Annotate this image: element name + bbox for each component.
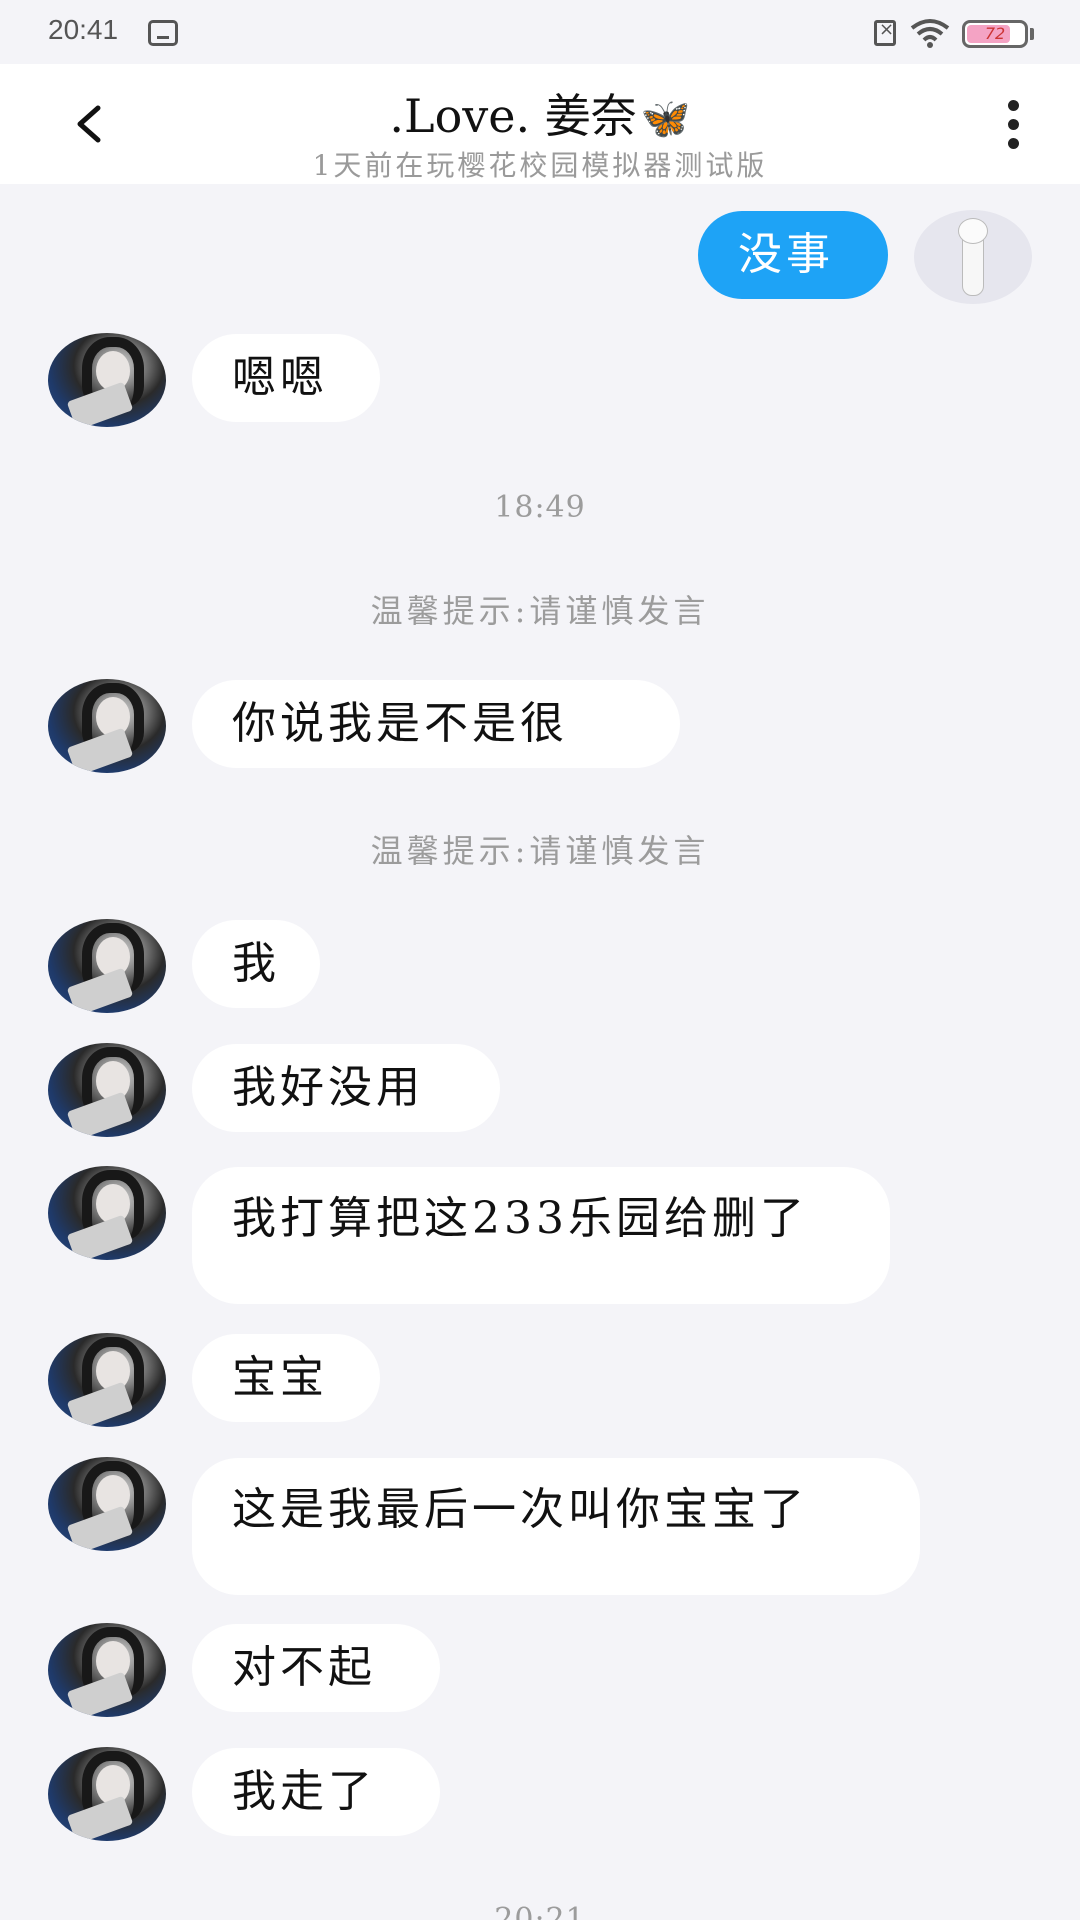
status-time: 20:41 (48, 14, 119, 45)
message-bubble[interactable]: 你说我是不是很 (192, 680, 680, 768)
contact-status: 1天前在玩樱花校园模拟器测试版 (312, 149, 768, 182)
message-bubble[interactable]: 这是我最后一次叫你宝宝了 (192, 1458, 920, 1595)
message-bubble[interactable]: 我 (192, 920, 320, 1008)
no-sim-icon (874, 19, 896, 46)
system-tip: 温馨提示:请谨慎发言 (370, 832, 710, 870)
message-bubble[interactable]: 我走了 (192, 1748, 440, 1836)
message-bubble-self[interactable]: 没事 (698, 211, 888, 299)
contact-name[interactable]: .Love. 姜奈 🦋 (0, 80, 1080, 146)
system-tip: 温馨提示:请谨慎发言 (370, 592, 710, 630)
message-bubble[interactable]: 对不起 (192, 1624, 440, 1712)
chat-header: .Love. 姜奈 🦋 1天前在玩樱花校园模拟器测试版 (0, 64, 1080, 184)
more-options-button[interactable] (994, 98, 1034, 152)
contact-avatar[interactable] (48, 1166, 166, 1260)
timestamp: 20:21 (494, 1902, 586, 1920)
message-bubble[interactable]: 嗯嗯 (192, 334, 380, 422)
contact-avatar[interactable] (48, 1043, 166, 1137)
self-avatar[interactable] (914, 210, 1032, 304)
contact-avatar[interactable] (48, 1333, 166, 1427)
contact-avatar[interactable] (48, 679, 166, 773)
status-bar: 20:41 72 (0, 0, 1080, 64)
butterfly-icon: 🦋 (640, 96, 691, 142)
wifi-icon (910, 19, 950, 48)
screen-mirror-icon (148, 20, 178, 46)
contact-avatar[interactable] (48, 333, 166, 427)
contact-name-text: .Love. 姜奈 (389, 89, 637, 143)
timestamp: 18:49 (494, 490, 586, 525)
contact-avatar[interactable] (48, 1747, 166, 1841)
message-bubble[interactable]: 宝宝 (192, 1334, 380, 1422)
contact-avatar[interactable] (48, 1623, 166, 1717)
message-bubble[interactable]: 我好没用 (192, 1044, 500, 1132)
contact-avatar[interactable] (48, 919, 166, 1013)
message-bubble[interactable]: 我打算把这233乐园给删了 (192, 1167, 890, 1304)
battery-icon: 72 (962, 20, 1028, 48)
contact-avatar[interactable] (48, 1457, 166, 1551)
battery-tip (1030, 28, 1034, 40)
battery-level: 72 (984, 24, 1006, 43)
